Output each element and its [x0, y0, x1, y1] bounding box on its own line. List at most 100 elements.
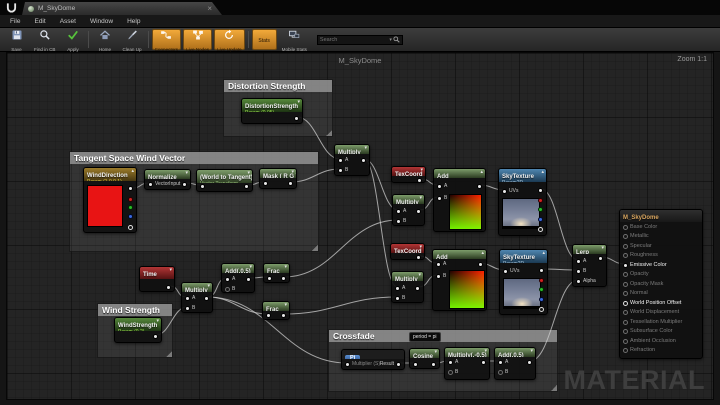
graph-canvas[interactable]: M_SkyDome Zoom 1:1 MATERIAL Distortion S… [6, 52, 714, 400]
node-header[interactable]: Add(,0.5)▾ [222, 264, 254, 273]
node-lerp[interactable]: Lerp▾ABAlpha [572, 244, 607, 287]
menu-item-window[interactable]: Window [83, 18, 120, 25]
node-add-const-1[interactable]: Add(,0.5)▾AB [221, 263, 255, 293]
collapse-arrow-icon[interactable]: ▾ [419, 244, 422, 251]
output-pin[interactable] [431, 362, 436, 367]
connectors-button[interactable]: Connectors [152, 29, 182, 50]
input-pin[interactable] [623, 310, 628, 315]
input-pin[interactable] [396, 219, 401, 224]
node-header[interactable]: (World to Tangent)▾Vector Transform [197, 170, 252, 183]
node-sky-texture-2[interactable]: SkyTexture▴Param2DUVs [499, 249, 548, 315]
collapse-arrow-icon[interactable]: ▾ [364, 145, 367, 152]
home-button[interactable]: Home [92, 29, 117, 50]
input-pin[interactable] [623, 348, 628, 353]
input-pin[interactable] [623, 329, 628, 334]
output-pin[interactable] [281, 276, 286, 281]
search-input[interactable] [320, 37, 388, 43]
output-pin[interactable] [417, 178, 422, 183]
node-header[interactable]: Mask ( R G )▾ [260, 169, 296, 178]
collapse-arrow-icon[interactable]: ▾ [601, 245, 604, 252]
output-pin[interactable] [294, 116, 299, 121]
input-pin[interactable] [576, 259, 581, 264]
search-box[interactable]: ▾ [317, 35, 403, 45]
output-pin[interactable] [598, 256, 603, 261]
node-header[interactable]: SkyTexture▴Param2D [499, 169, 546, 182]
output-pin[interactable] [166, 285, 171, 290]
node-distortion-strength[interactable]: DistortionStrength▾Param (0.05) [241, 98, 303, 124]
node-multiply-4[interactable]: Multiply▾AB [181, 282, 213, 313]
input-pin[interactable] [200, 184, 205, 189]
node-header[interactable]: Cosine▾ [410, 349, 439, 358]
node-header[interactable]: Add▴ [434, 169, 485, 178]
output-pin[interactable] [288, 181, 293, 186]
node-header[interactable]: DistortionStrength▾Param (0.05) [242, 99, 302, 112]
node-multiply-1[interactable]: Multiply▾AB [334, 144, 370, 176]
input-pin[interactable] [185, 306, 190, 311]
node-add-const-2[interactable]: Add(,0.5)▾AB [494, 347, 536, 380]
collapse-arrow-icon[interactable]: ▾ [284, 302, 287, 309]
node-header[interactable]: Multiply▾ [182, 283, 212, 292]
input-pin[interactable] [395, 286, 400, 291]
node-header[interactable]: Multiply▾ [393, 195, 424, 204]
output-pin[interactable] [128, 205, 133, 210]
output-pin[interactable] [538, 217, 543, 222]
clean-up-button[interactable]: Clean Up [119, 29, 144, 50]
input-pin[interactable] [338, 158, 343, 163]
node-header[interactable]: WindStrength▾Param (0.2) [115, 318, 161, 331]
menu-item-file[interactable]: File [3, 18, 27, 25]
output-pin[interactable] [246, 277, 251, 282]
output-pin[interactable] [244, 184, 249, 189]
collapse-arrow-icon[interactable]: ▾ [530, 348, 533, 355]
node-header[interactable]: SkyTexture▴Param2D [500, 250, 547, 263]
output-pin[interactable] [538, 207, 543, 212]
output-pin[interactable] [396, 362, 401, 367]
input-pin[interactable] [623, 339, 628, 344]
node-header[interactable]: Add▴ [433, 250, 486, 259]
mobile-stats-button[interactable]: Mobile Stats [279, 29, 310, 50]
output-pin[interactable] [281, 313, 286, 318]
input-pin[interactable] [623, 320, 628, 325]
node-header[interactable]: WindDirection▴Param (1,0,0,1) [84, 168, 136, 181]
stats-button[interactable]: Stats [252, 29, 277, 50]
input-pin[interactable] [498, 370, 503, 375]
output-pin[interactable] [539, 278, 544, 283]
output-pin[interactable] [478, 262, 483, 267]
input-pin[interactable] [623, 244, 628, 249]
collapse-arrow-icon[interactable]: ▴ [541, 169, 544, 176]
output-pin[interactable] [128, 197, 133, 202]
output-pin[interactable] [182, 182, 187, 187]
node-header[interactable]: M_SkyDome [620, 210, 702, 222]
output-pin[interactable] [539, 297, 544, 302]
input-pin[interactable] [623, 301, 628, 306]
collapse-arrow-icon[interactable]: ▾ [156, 318, 159, 325]
input-pin[interactable] [576, 279, 581, 284]
node-time[interactable]: Time▾ [139, 266, 175, 292]
menu-item-asset[interactable]: Asset [53, 18, 83, 25]
output-pin[interactable] [204, 296, 209, 301]
node-frac-2[interactable]: Frac▾ [262, 301, 290, 320]
output-pin[interactable] [128, 225, 133, 230]
collapse-arrow-icon[interactable]: ▾ [484, 348, 487, 355]
input-pin[interactable] [345, 362, 350, 367]
node-sky-texture-1[interactable]: SkyTexture▴Param2DUVs [498, 168, 547, 236]
search-icon[interactable] [393, 36, 400, 43]
node-header[interactable]: Multiply▾ [392, 272, 423, 281]
menu-item-edit[interactable]: Edit [27, 18, 52, 25]
output-pin[interactable] [361, 158, 366, 163]
collapse-arrow-icon[interactable]: ▾ [297, 99, 300, 106]
node-texcoord-1[interactable]: TexCoord▾ [391, 166, 426, 183]
output-pin[interactable] [481, 360, 486, 365]
input-pin[interactable] [436, 274, 441, 279]
input-pin[interactable] [448, 360, 453, 365]
input-pin[interactable] [267, 276, 272, 281]
node-world-to-tangent[interactable]: (World to Tangent)▾Vector Transform [196, 169, 253, 192]
input-pin[interactable] [225, 287, 230, 292]
node-multiply-const[interactable]: Multiply(,-0.5)▾AB [444, 347, 490, 380]
node-header[interactable]: Frac▾ [263, 302, 289, 311]
output-pin[interactable] [538, 227, 543, 232]
chevron-down-icon[interactable]: ▾ [389, 37, 392, 43]
collapse-arrow-icon[interactable]: ▾ [291, 169, 294, 176]
input-pin[interactable] [148, 182, 153, 187]
input-pin[interactable] [395, 296, 400, 301]
input-pin[interactable] [263, 181, 268, 186]
